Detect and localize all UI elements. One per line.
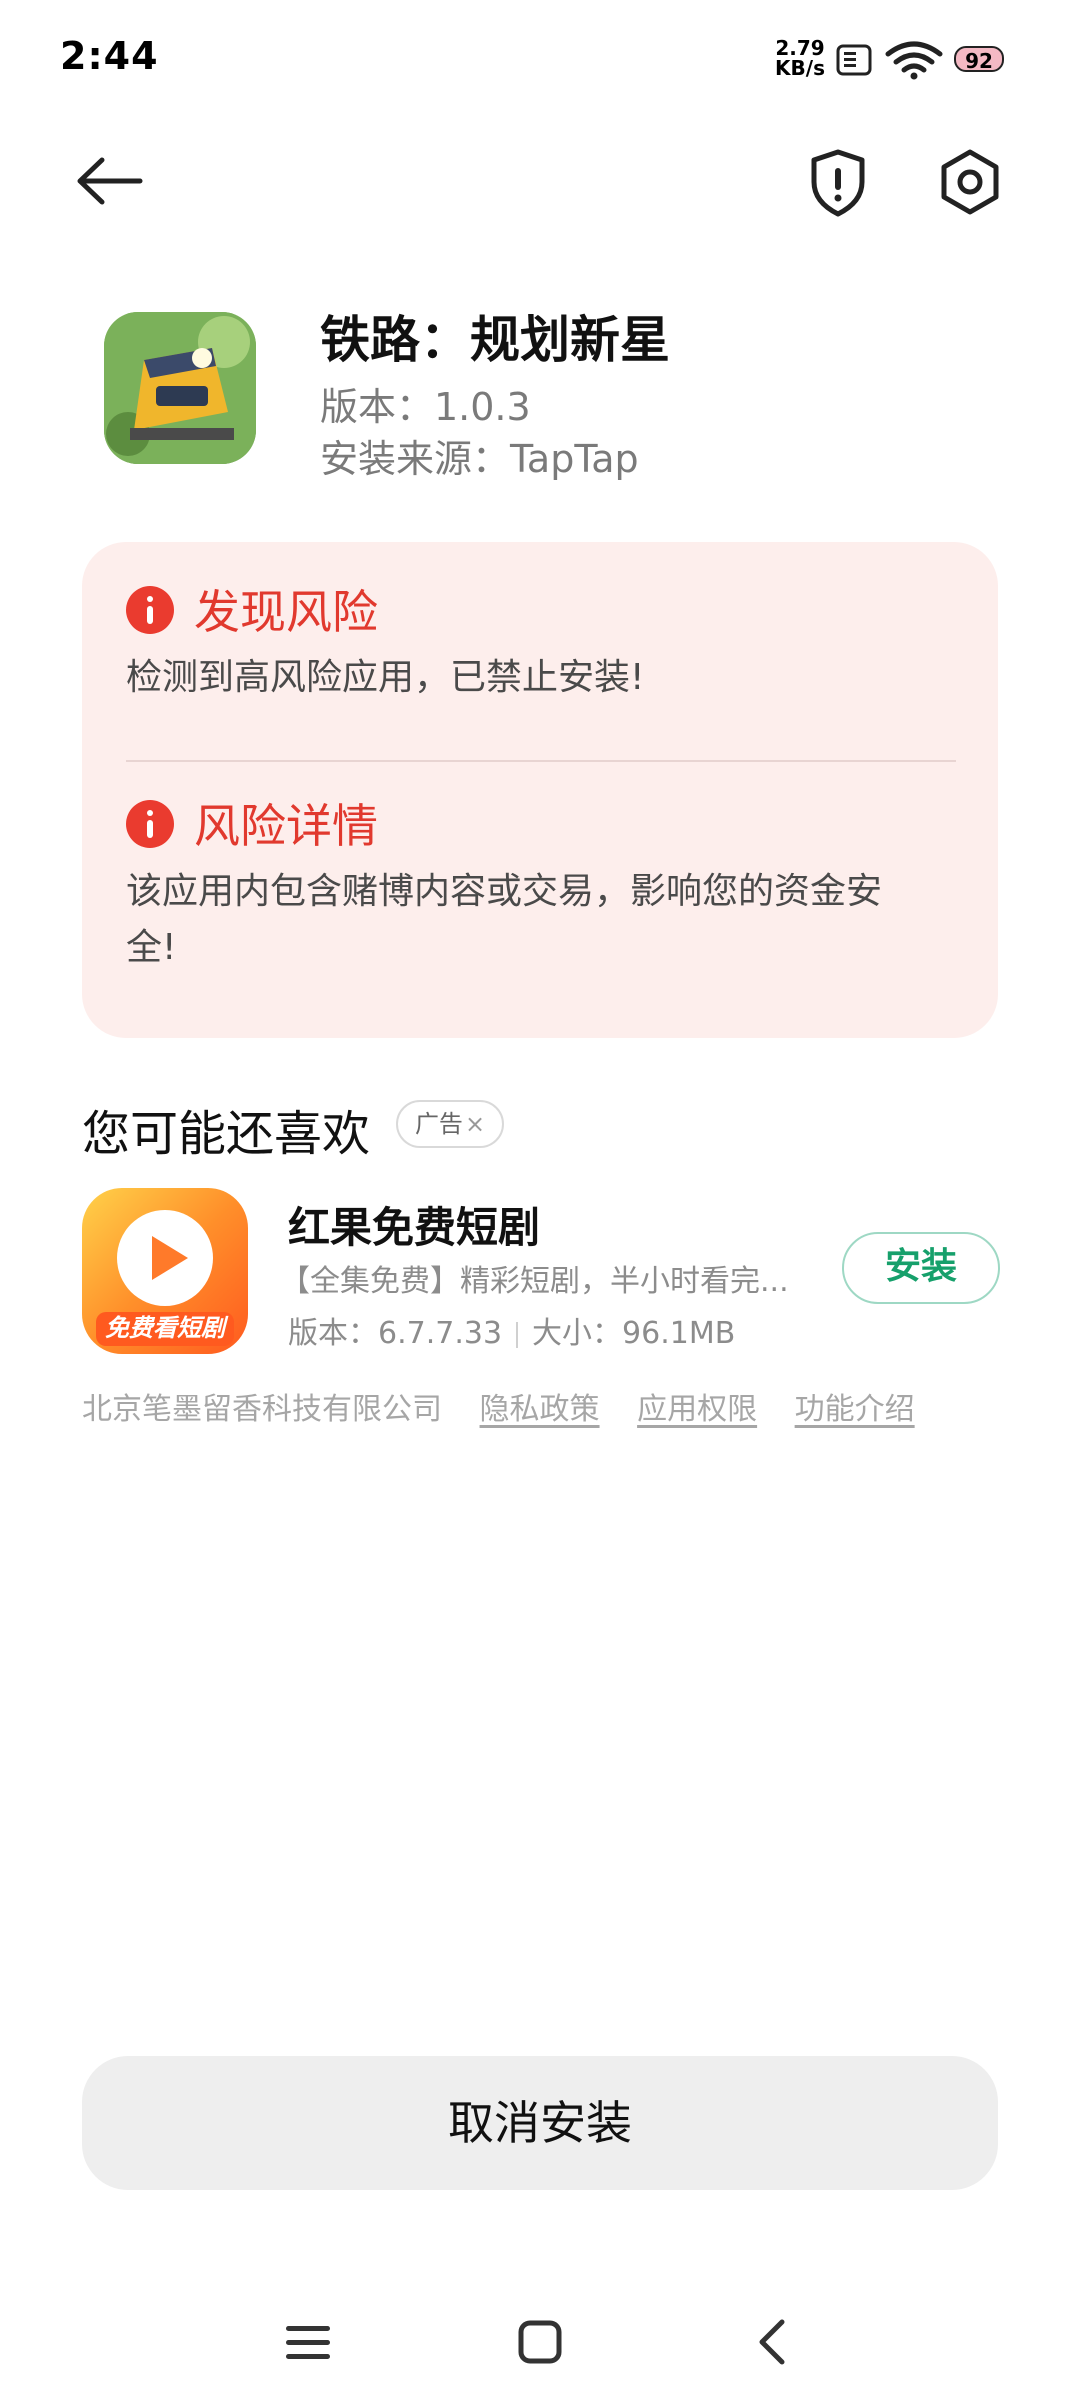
battery-indicator: 92 <box>954 46 1004 73</box>
app-install-source: 安装来源：TapTap <box>320 437 639 481</box>
risk-detail-line-2: 全! <box>126 927 177 968</box>
app-version: 版本：1.0.3 <box>320 385 531 429</box>
system-navigation-bar <box>0 2280 1080 2400</box>
recommended-app-version: 版本：6.7.7.33 <box>288 1316 503 1351</box>
ad-badge[interactable]: 广告× <box>396 1100 504 1148</box>
recommended-app-description: 【全集免费】精彩短剧，半小时看完... <box>280 1264 789 1299</box>
play-icon: 免费看短剧 <box>96 1210 234 1346</box>
risk-message: 检测到高风险应用，已禁止安装! <box>126 657 645 698</box>
network-speed-value: 2.79 <box>775 36 825 60</box>
app-permissions-link[interactable]: 应用权限 <box>637 1392 757 1427</box>
network-speed: 2.79 KB/s <box>770 38 830 78</box>
recommended-app-name[interactable]: 红果免费短剧 <box>288 1194 540 1255</box>
recommended-app-meta: 版本：6.7.7.33 大小：96.1MB <box>288 1308 735 1352</box>
shield-alert-icon[interactable] <box>798 142 878 222</box>
privacy-policy-link[interactable]: 隐私政策 <box>480 1392 600 1427</box>
feature-intro-link[interactable]: 功能介绍 <box>795 1392 915 1427</box>
install-blocked-screen: 2:44 2.79 KB/s 92 铁路：规划新星 版本：1.0.3 安装来源：… <box>0 0 1080 2400</box>
risk-warning-card: 发现风险 检测到高风险应用，已禁止安装! 风险详情 该应用内包含赌博内容或交易，… <box>82 542 998 1038</box>
menu-icon[interactable] <box>282 2320 334 2364</box>
developer-company: 北京笔墨留香科技有限公司 <box>82 1392 442 1427</box>
install-button[interactable]: 安装 <box>842 1232 1000 1304</box>
risk-title: 发现风险 <box>194 585 378 639</box>
back-arrow-icon[interactable] <box>70 146 150 216</box>
meta-separator <box>516 1321 519 1348</box>
train-illustration-icon <box>104 312 256 464</box>
risk-detail-title: 风险详情 <box>194 799 378 853</box>
cancel-install-button[interactable]: 取消安装 <box>82 2056 998 2190</box>
ad-label: 广告 <box>414 1110 463 1138</box>
recommended-app-icon[interactable]: 免费看短剧 <box>82 1188 248 1354</box>
home-square-icon[interactable] <box>516 2318 564 2366</box>
status-time: 2:44 <box>60 34 159 78</box>
recommended-app-size: 大小：96.1MB <box>532 1316 736 1351</box>
recommended-app-icon-caption: 免费看短剧 <box>105 1314 229 1342</box>
app-icon-train <box>104 312 256 464</box>
sim-card-icon <box>836 44 872 76</box>
chevron-left-icon[interactable] <box>752 2316 792 2368</box>
risk-detail-line-1: 该应用内包含赌博内容或交易，影响您的资金安 <box>126 871 883 912</box>
recommendation-title: 您可能还喜欢 <box>82 1106 371 1162</box>
risk-divider <box>126 760 956 762</box>
settings-gear-icon[interactable] <box>930 142 1010 222</box>
risk-alert-icon <box>126 586 174 634</box>
network-speed-unit: KB/s <box>775 56 825 80</box>
developer-links: 北京笔墨留香科技有限公司 隐私政策 应用权限 功能介绍 <box>82 1384 943 1428</box>
wifi-icon <box>885 41 943 80</box>
ad-close-icon[interactable]: × <box>465 1110 485 1138</box>
risk-detail-alert-icon <box>126 800 174 848</box>
status-bar: 2:44 2.79 KB/s 92 <box>0 0 1080 120</box>
app-name: 铁路：规划新星 <box>320 311 670 369</box>
